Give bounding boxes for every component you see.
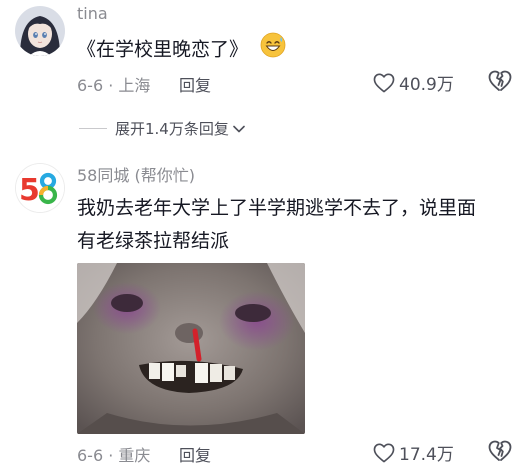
like-button[interactable]: 40.9万 — [373, 70, 454, 95]
like-button[interactable]: 17.4万 — [373, 440, 454, 465]
comment-text-content: 《在学校里晚恋了》 — [77, 38, 249, 61]
comment-date: 6-6 — [77, 446, 104, 465]
cat-meme-picture — [77, 263, 305, 434]
anime-avatar-image — [15, 6, 65, 56]
heart-icon — [373, 73, 395, 92]
meta-separator: · — [108, 446, 114, 465]
58-logo-icon: 5 — [16, 164, 64, 212]
divider-line — [79, 128, 107, 129]
comment-date: 6-6 — [77, 76, 104, 95]
comment-text-line-1: 我奶去老年大学上了半学期逃学不去了，说里面 — [77, 197, 477, 219]
heart-icon — [373, 443, 395, 462]
svg-text:5: 5 — [19, 173, 40, 208]
comment-meta: 6-6 · 上海 — [77, 72, 150, 96]
chevron-down-icon — [233, 125, 245, 132]
comment-location: 重庆 — [118, 446, 151, 465]
username[interactable]: tina — [77, 4, 108, 23]
expand-replies-button[interactable]: 展开1.4万条回复 — [79, 118, 246, 139]
broken-heart-icon[interactable] — [488, 440, 512, 466]
comment-text: 《在学校里晚恋了》 — [77, 32, 286, 68]
username[interactable]: 58同城 (帮你忙) — [77, 162, 195, 186]
avatar[interactable] — [15, 6, 65, 56]
avatar[interactable]: 5 — [15, 163, 65, 213]
broken-heart-icon[interactable] — [488, 70, 512, 96]
expand-replies-label: 展开1.4万条回复 — [115, 120, 229, 138]
comment-meta: 6-6 · 重庆 — [77, 442, 150, 466]
like-count: 40.9万 — [399, 75, 454, 95]
grinning-sweat-emoji-icon — [260, 32, 286, 68]
comment-text-line-2: 有老绿茶拉帮结派 — [77, 230, 230, 252]
reply-button[interactable]: 回复 — [179, 442, 211, 466]
reply-button[interactable]: 回复 — [179, 72, 211, 96]
like-count: 17.4万 — [399, 445, 454, 465]
meme-image[interactable] — [77, 263, 305, 434]
comment-location: 上海 — [118, 76, 151, 95]
meta-separator: · — [108, 76, 114, 95]
